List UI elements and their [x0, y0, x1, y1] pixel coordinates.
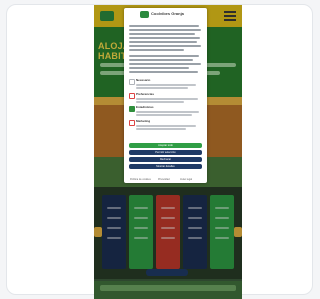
allow-selection-button[interactable]: Permitir selección: [129, 150, 202, 155]
option-description: [136, 111, 199, 113]
reject-button[interactable]: Rechazar: [129, 157, 202, 162]
dialog-text-line: [129, 41, 197, 43]
footer-link[interactable]: Política de cookies: [130, 178, 151, 181]
option-description: [136, 98, 198, 100]
option-label: Necesario: [136, 78, 151, 82]
dialog-text-line: [129, 63, 201, 65]
option-description: [136, 128, 186, 130]
checkbox[interactable]: [129, 120, 135, 126]
checkbox[interactable]: [129, 79, 135, 85]
option-label: Preferencias: [136, 92, 155, 96]
option-description: [136, 125, 196, 127]
dialog-text-line: [129, 25, 199, 27]
footer-link[interactable]: Aviso legal: [180, 178, 192, 181]
dialog-text-line: [129, 33, 195, 35]
option-description: [136, 87, 188, 89]
option-label: Estadísticas: [136, 105, 154, 109]
dialog-text-line: [129, 29, 201, 31]
option-description: [136, 84, 196, 86]
accept-all-button[interactable]: Aceptar todo: [129, 143, 202, 148]
brand-logo-icon: [140, 11, 149, 18]
footer-link[interactable]: Privacidad: [158, 178, 170, 181]
dialog-text-line: [129, 71, 198, 73]
dialog-text-line: [129, 49, 184, 51]
brand-name: Coolvibes Granja: [151, 11, 184, 16]
dialog-text-line: [129, 45, 201, 47]
option-label: Marketing: [136, 119, 151, 123]
option-description: [136, 114, 192, 116]
show-details-button[interactable]: Mostrar detalles: [129, 164, 202, 169]
dialog-text-line: [129, 59, 193, 61]
cookie-consent-dialog: Coolvibes Granja Necesario Preferencias …: [124, 8, 207, 183]
dialog-text-line: [129, 55, 199, 57]
checkbox[interactable]: [129, 93, 135, 99]
dialog-text-line: [129, 67, 189, 69]
checkbox[interactable]: [129, 106, 135, 112]
option-description: [136, 101, 184, 103]
cookie-option-marketing[interactable]: Marketing: [129, 119, 202, 135]
dialog-text-line: [129, 37, 200, 39]
